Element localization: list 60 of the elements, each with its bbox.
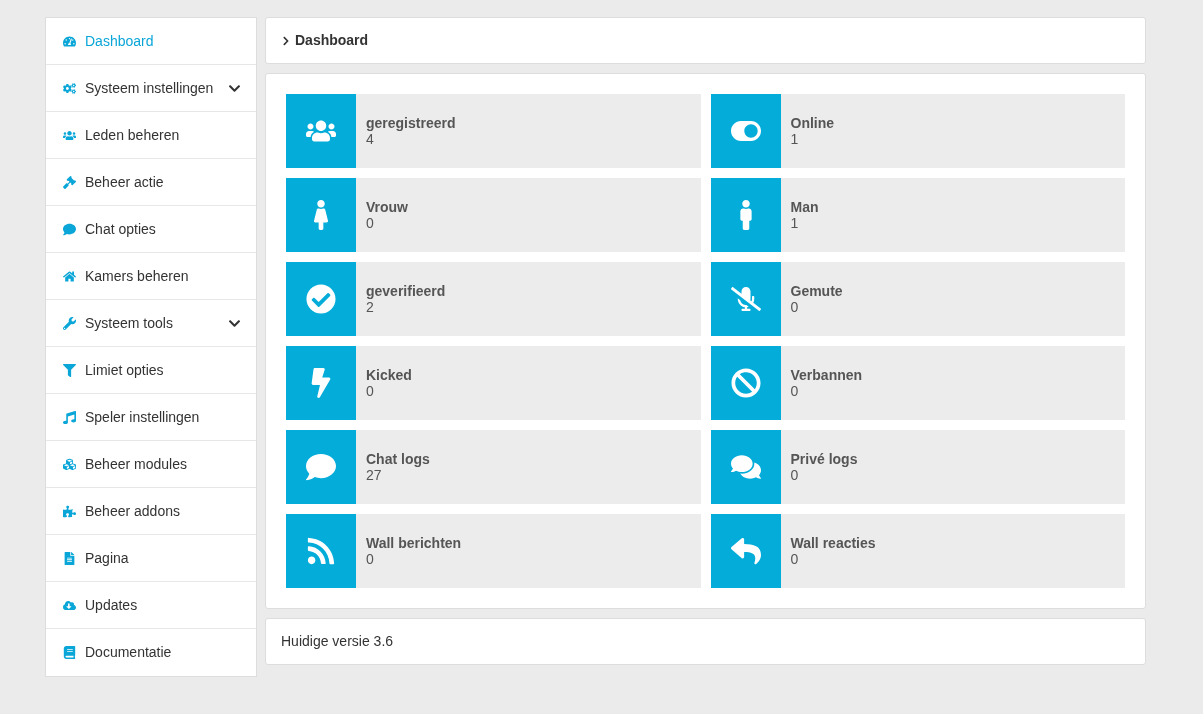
book-icon	[63, 646, 76, 659]
sidebar-item[interactable]: Updates	[46, 582, 256, 629]
stat-label: geverifieerd	[366, 283, 446, 299]
stat-value: 0	[790, 383, 800, 399]
muted-microphone-icon	[730, 284, 761, 314]
stat-value: 4	[366, 131, 375, 147]
sidebar-item[interactable]: Beheer modules	[46, 441, 256, 488]
stat-value: 0	[366, 215, 375, 231]
stat-value: 0	[366, 551, 375, 567]
puzzle-piece-icon	[63, 504, 76, 518]
sidebar-item[interactable]: Chat opties	[46, 206, 256, 253]
chevron-right-icon	[281, 35, 291, 46]
page-title: Dashboard	[295, 31, 369, 50]
music-note-icon	[63, 410, 76, 424]
stat-label: Chat logs	[366, 451, 430, 467]
stat-value: 0	[790, 551, 800, 567]
gears-icon	[63, 81, 76, 95]
sidebar-item[interactable]: Limiet opties	[46, 347, 256, 394]
sidebar-item[interactable]: Beheer addons	[46, 488, 256, 535]
speech-bubbles-icon	[730, 452, 761, 482]
cloud-download-icon	[63, 598, 76, 612]
sidebar-item[interactable]: Leden beheren	[46, 112, 256, 159]
stat-label: Wall berichten	[366, 535, 462, 551]
stat-label: geregistreerd	[366, 115, 456, 131]
sidebar-item[interactable]: Documentatie	[46, 629, 256, 676]
stat-value: 0	[790, 467, 800, 483]
document-icon	[63, 551, 76, 565]
users-icon	[63, 128, 76, 142]
stat-value: 27	[366, 467, 383, 483]
stat-label: Kicked	[366, 367, 412, 383]
version-text: Huidige versie 3.6	[281, 632, 394, 651]
stat-value: 2	[366, 299, 375, 315]
gavel-icon	[63, 175, 76, 189]
reply-arrow-icon	[730, 536, 761, 566]
sidebar-item[interactable]: Systeem instellingen	[46, 65, 256, 112]
stat-value: 1	[790, 131, 800, 147]
house-icon	[63, 269, 76, 283]
sidebar-item[interactable]: Pagina	[46, 535, 256, 582]
sidebar-item[interactable]: Kamers beheren	[46, 253, 256, 300]
sidebar-item[interactable]: Systeem tools	[46, 300, 256, 347]
stat-label: Vrouw	[366, 199, 408, 215]
wrench-icon	[63, 316, 76, 330]
stat-label: Verbannen	[790, 367, 863, 383]
stat-label: Online	[790, 115, 835, 131]
sidebar-item[interactable]: Speler instellingen	[46, 394, 256, 441]
ban-icon	[730, 368, 761, 398]
stat-label: Wall reacties	[790, 535, 876, 551]
stat-value: 0	[790, 299, 800, 315]
stat-label: Man	[790, 199, 819, 215]
cubes-icon	[63, 457, 76, 471]
filter-icon	[63, 363, 76, 377]
stat-value: 0	[366, 383, 375, 399]
sidebar-item[interactable]: Beheer actie	[46, 159, 256, 206]
stat-label: Gemute	[790, 283, 843, 299]
rss-icon	[306, 536, 336, 566]
stat-value: 1	[790, 215, 800, 231]
speech-bubble-icon	[63, 222, 76, 236]
speech-bubble-icon	[306, 452, 336, 482]
gauge-icon	[63, 34, 76, 48]
stat-label: Privé logs	[790, 451, 858, 467]
